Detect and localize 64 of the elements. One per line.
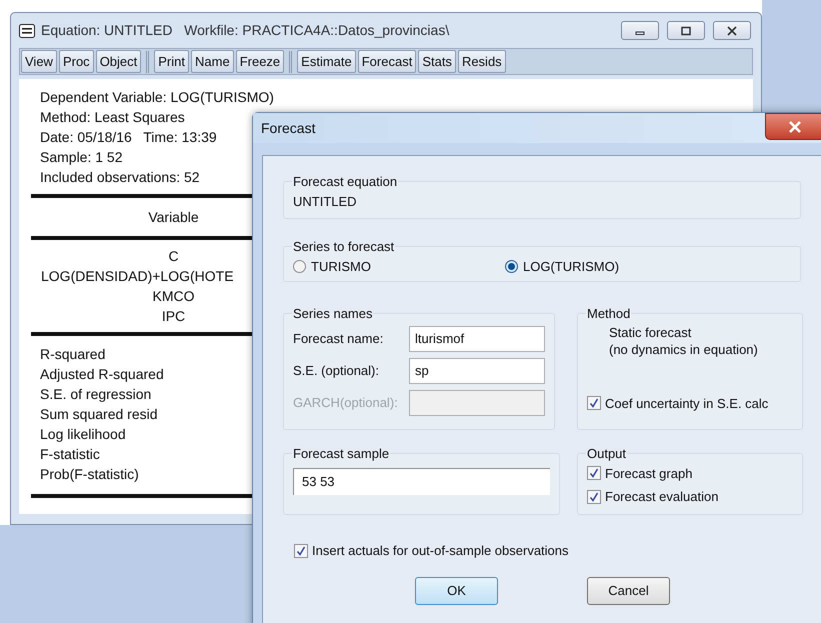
variable-name: IPC bbox=[162, 307, 186, 326]
maximize-icon[interactable] bbox=[667, 21, 705, 40]
close-icon bbox=[788, 120, 802, 132]
group-label: Series to forecast bbox=[292, 238, 396, 256]
toolbar-button[interactable]: Print bbox=[154, 50, 189, 73]
statistic-label: Log likelihood bbox=[40, 425, 126, 444]
text-field[interactable]: sp bbox=[409, 358, 545, 384]
sample-field[interactable]: 53 53 bbox=[293, 468, 550, 494]
equation-name: UNTITLED bbox=[293, 192, 357, 210]
column-heading: Variable bbox=[148, 208, 199, 227]
output-line: Included observations: 52 bbox=[40, 168, 200, 187]
output-line: Sample: 1 52 bbox=[40, 148, 122, 167]
variable-name: LOG(DENSIDAD)+LOG(HOTE bbox=[40, 267, 234, 286]
close-button[interactable] bbox=[765, 113, 821, 140]
toolbar-button[interactable]: Stats bbox=[418, 50, 456, 73]
checkbox[interactable]: Insert actuals for out-of-sample observations bbox=[294, 541, 821, 560]
toolbar-button[interactable]: Name bbox=[191, 50, 234, 73]
statistic-label: S.E. of regression bbox=[40, 385, 152, 404]
statistic-label: Prob(F-statistic) bbox=[40, 465, 139, 484]
checkbox[interactable]: Coef uncertainty in S.E. calc bbox=[587, 394, 793, 413]
minimize-icon[interactable] bbox=[621, 21, 659, 40]
check-icon bbox=[296, 546, 306, 556]
field-label: Forecast name: bbox=[293, 330, 384, 348]
variable-name: C bbox=[168, 247, 179, 266]
checkbox[interactable]: Forecast graph bbox=[587, 464, 793, 483]
toolbar-button[interactable]: Estimate bbox=[297, 50, 356, 73]
statistic-label: F-statistic bbox=[40, 445, 100, 464]
dialog-button[interactable]: Cancel bbox=[587, 576, 670, 604]
group-label: Forecast equation bbox=[292, 173, 398, 191]
field-label: GARCH(optional): bbox=[293, 394, 399, 412]
window-menu-icon[interactable] bbox=[19, 24, 35, 38]
field-label: S.E. (optional): bbox=[293, 362, 380, 380]
check-icon bbox=[589, 492, 599, 502]
output-line: Method: Least Squares bbox=[40, 108, 185, 127]
toolbar-button[interactable]: Proc bbox=[58, 50, 94, 73]
group-label: Forecast sample bbox=[292, 445, 390, 463]
checkbox[interactable]: Forecast evaluation bbox=[587, 487, 793, 506]
window-title: Equation: UNTITLED Workfile: PRACTICA4A::Datos_provincias\ bbox=[41, 21, 450, 40]
group-label: Series names bbox=[292, 305, 374, 323]
dialog-title: Forecast bbox=[261, 118, 316, 138]
statistic-label: Adjusted R-squared bbox=[40, 365, 164, 384]
check-icon bbox=[589, 468, 599, 478]
text-field[interactable]: lturismof bbox=[409, 326, 545, 352]
statistic-label: R-squared bbox=[40, 345, 106, 364]
statistic-label: Sum squared resid bbox=[40, 405, 158, 424]
toolbar-button[interactable]: Freeze bbox=[236, 50, 284, 73]
radio-button[interactable] bbox=[293, 260, 306, 273]
check-icon bbox=[589, 398, 599, 408]
output-line: Date: 05/18/16 Time: 13:39 bbox=[40, 128, 217, 147]
toolbar-button[interactable]: View bbox=[21, 50, 57, 73]
radio-label: LOG(TURISMO) bbox=[523, 258, 620, 276]
output-line: Dependent Variable: LOG(TURISMO) bbox=[40, 88, 274, 107]
variable-name: KMCO bbox=[152, 287, 194, 306]
radio-label: TURISMO bbox=[311, 258, 371, 276]
group-label: Method bbox=[586, 305, 632, 323]
toolbar-button[interactable]: Resids bbox=[458, 50, 506, 73]
toolbar-button[interactable]: Forecast bbox=[358, 50, 416, 73]
method-text: (no dynamics in equation) bbox=[609, 340, 758, 358]
group-label: Output bbox=[586, 445, 628, 463]
method-text: Static forecast bbox=[609, 324, 692, 340]
radio-button[interactable] bbox=[505, 260, 518, 273]
close-icon[interactable] bbox=[713, 21, 751, 40]
dialog-button[interactable]: OK bbox=[415, 576, 498, 604]
toolbar-button[interactable]: Object bbox=[96, 50, 142, 73]
